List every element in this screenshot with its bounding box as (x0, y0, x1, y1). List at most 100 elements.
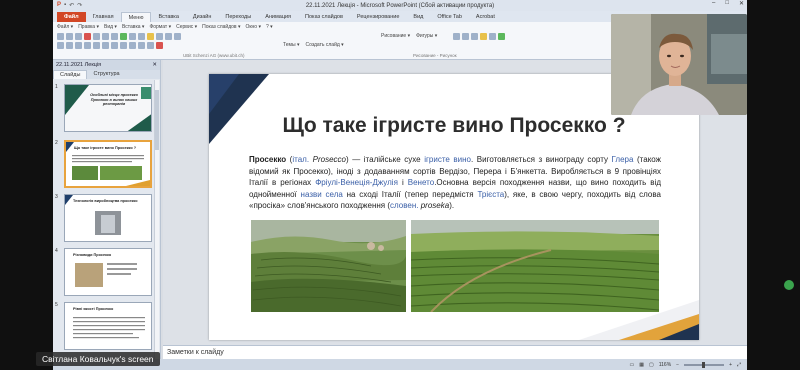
scrollbar-thumb[interactable] (155, 90, 159, 150)
slide-thumbnail-4[interactable]: 4 Різновиди Просекко (55, 248, 152, 296)
slide-title: Що таке ігристе вино Просекко ? (282, 114, 626, 137)
menu-file[interactable]: Файл ▾ (57, 24, 73, 30)
thumbnail-preview: Особливі місця просекко Просекко в винах… (64, 84, 152, 132)
new-icon[interactable] (57, 33, 64, 40)
tab-home[interactable]: Главная (86, 12, 121, 22)
paste-icon[interactable] (111, 33, 118, 40)
menu-slideshow[interactable]: Показ слайдов ▾ (202, 24, 240, 30)
fill-color-icon[interactable] (480, 33, 487, 40)
reading-view-icon[interactable]: ▢ (649, 362, 654, 368)
font-icon[interactable] (57, 42, 64, 49)
save-icon[interactable] (75, 33, 82, 40)
ribbon-group-drawing: Рисование - Рисунок (413, 53, 457, 58)
vineyard-photo-1[interactable] (251, 220, 406, 312)
menu-tools[interactable]: Сервис ▾ (176, 24, 197, 30)
effects-icon[interactable] (498, 33, 505, 40)
tab-transitions[interactable]: Переходы (218, 12, 258, 22)
thumbnails-scrollbar[interactable] (154, 80, 159, 360)
close-tab-icon[interactable]: ✕ (152, 62, 157, 68)
ribbon-design-items: Темы ▾ Создать слайд ▾ (283, 42, 344, 48)
align-right-icon[interactable] (129, 42, 136, 49)
tab-animation[interactable]: Анимация (258, 12, 298, 22)
slide-thumbnail-2[interactable]: 2 Що таке ігристе вино Просекко ? (55, 140, 152, 188)
document-tab[interactable]: 22.11.2021 Лекція ✕ (53, 60, 160, 70)
body-text-4: . Виготовляється з винограду сорту (471, 155, 612, 164)
thumbnail-preview: Різновиди Просекко (64, 248, 152, 296)
line-color-icon[interactable] (489, 33, 496, 40)
undo-icon[interactable] (129, 33, 136, 40)
ribbon-drawing-tools (453, 33, 505, 40)
align-center-icon[interactable] (120, 42, 127, 49)
bold-icon[interactable] (75, 42, 82, 49)
table-icon[interactable] (147, 33, 154, 40)
normal-view-icon[interactable]: ▭ (630, 362, 635, 368)
slide-thumbnail-1[interactable]: 1 Особливі місця просекко Просекко в вин… (55, 84, 152, 132)
menu-format[interactable]: Формат ▾ (149, 24, 171, 30)
slide-number: 1 (55, 84, 58, 90)
menu-window[interactable]: Окно ▾ (245, 24, 261, 30)
tab-office-tab[interactable]: Office Tab (430, 12, 469, 22)
slide-thumbnail-3[interactable]: 3 Технологія виробництва просекко (55, 194, 152, 242)
font-color-icon[interactable] (156, 42, 163, 49)
tab-acrobat[interactable]: Acrobat (469, 12, 502, 22)
link-sparkling-wine[interactable]: ігристе вино (424, 155, 471, 164)
link-trieste[interactable]: Трієста (477, 190, 504, 199)
open-icon[interactable] (66, 33, 73, 40)
shapes-dropdown[interactable]: Фигуры ▾ (416, 33, 437, 39)
menu-insert[interactable]: Вставка ▾ (122, 24, 144, 30)
link-italian[interactable]: італ. (292, 155, 309, 164)
link-veneto[interactable]: Венето (408, 178, 434, 187)
underline-icon[interactable] (93, 42, 100, 49)
slide-sorter-icon[interactable]: ▦ (639, 362, 644, 368)
notes-pane[interactable]: Заметки к слайду (163, 345, 747, 359)
cut-icon[interactable] (93, 33, 100, 40)
new-slide-button[interactable]: Создать слайд ▾ (305, 42, 343, 48)
screen-share-caption: Світлана Ковальчук's screen (36, 352, 160, 366)
rectangle-icon[interactable] (471, 33, 478, 40)
redo-icon[interactable] (138, 33, 145, 40)
print-icon[interactable] (84, 33, 91, 40)
format-painter-icon[interactable] (120, 33, 127, 40)
tab-menu[interactable]: Меню (120, 12, 152, 22)
menu-view[interactable]: Вид ▾ (104, 24, 117, 30)
zoom-slider[interactable] (684, 361, 725, 368)
zoom-in-icon[interactable]: + (729, 362, 732, 368)
zoom-level[interactable]: 116% (659, 362, 671, 368)
picture-icon[interactable] (165, 33, 172, 40)
tab-view[interactable]: Вид (406, 12, 430, 22)
fit-slide-icon[interactable]: ⤢ (737, 362, 741, 368)
themes-dropdown[interactable]: Темы ▾ (283, 42, 299, 48)
align-left-icon[interactable] (111, 42, 118, 49)
arrow-icon[interactable] (462, 33, 469, 40)
italic-icon[interactable] (84, 42, 91, 49)
link-glera[interactable]: Глера (612, 155, 634, 164)
link-friuli[interactable]: Фріулі-Венеція-Джулія (315, 178, 398, 187)
zoom-out-icon[interactable]: − (676, 362, 679, 368)
link-slovenian[interactable]: словен. (390, 201, 418, 210)
tab-outline[interactable]: Структура (87, 70, 125, 79)
copy-icon[interactable] (102, 33, 109, 40)
minimize-button[interactable]: – (712, 0, 715, 7)
tab-design[interactable]: Дизайн (186, 12, 219, 22)
link-village-name[interactable]: назви села (301, 190, 343, 199)
maximize-button[interactable]: □ (725, 0, 729, 7)
font-size-icon[interactable] (66, 42, 73, 49)
slide-thumbnail-5[interactable]: 5 Рівні якості Просекко (55, 302, 152, 350)
tab-file[interactable]: Файл (57, 12, 86, 22)
tab-slides[interactable]: Слайды (53, 70, 88, 79)
close-button[interactable]: ✕ (739, 0, 744, 7)
numbering-icon[interactable] (147, 42, 154, 49)
tab-review[interactable]: Рецензирование (350, 12, 406, 22)
tab-slideshow[interactable]: Показ слайдов (298, 12, 350, 22)
chart-icon[interactable] (156, 33, 163, 40)
bullets-icon[interactable] (138, 42, 145, 49)
drawing-dropdown[interactable]: Рисование ▾ (381, 33, 410, 39)
term-prosecco: Просекко (249, 155, 287, 164)
menu-help[interactable]: ? ▾ (266, 24, 273, 30)
shadow-icon[interactable] (102, 42, 109, 49)
menu-edit[interactable]: Правка ▾ (78, 24, 99, 30)
line-icon[interactable] (453, 33, 460, 40)
zoom-icon[interactable] (174, 33, 181, 40)
vineyard-photo-2[interactable] (411, 220, 659, 312)
tab-insert[interactable]: Вставка (151, 12, 185, 22)
